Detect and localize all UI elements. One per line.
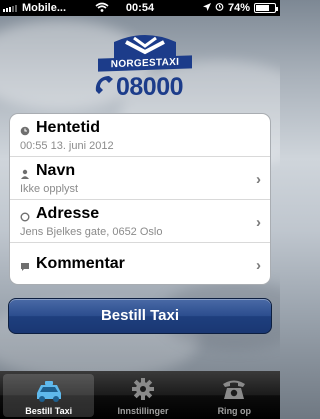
chevron-right-icon: › — [256, 171, 261, 188]
row-title: Adresse — [36, 205, 100, 222]
comment-icon — [20, 259, 30, 271]
row-navn[interactable]: Navn Ikke opplyst › — [10, 157, 270, 200]
battery-percentage: 74% — [227, 2, 250, 14]
tab-label: Ring op — [217, 406, 252, 416]
tab-bar: Bestill Taxi Innstillinger Ring op — [0, 371, 280, 419]
logo-brand-text: NORGESTAXI — [98, 55, 192, 72]
row-subtitle: Ikke opplyst — [20, 183, 79, 195]
row-title: Hentetid — [36, 119, 100, 136]
gear-icon — [128, 376, 158, 402]
order-details-list: Hentetid 00:55 13. juni 2012 Navn Ikke o… — [9, 113, 271, 285]
row-title: Navn — [36, 162, 76, 179]
logo-phone-number: 08000 — [116, 72, 184, 101]
battery-icon — [254, 3, 278, 13]
row-hentetid[interactable]: Hentetid 00:55 13. juni 2012 — [10, 114, 270, 157]
phone-icon — [219, 376, 249, 402]
row-subtitle: 00:55 13. juni 2012 — [20, 140, 114, 152]
row-kommentar[interactable]: Kommentar › — [10, 243, 270, 284]
tab-bestill-taxi[interactable]: Bestill Taxi — [3, 374, 95, 417]
row-title: Kommentar — [36, 255, 125, 272]
status-bar: Mobile... 00:54 74% — [0, 0, 280, 16]
phone-handset-icon — [92, 73, 114, 102]
row-subtitle: Jens Bjelkes gate, 0652 Oslo — [20, 226, 163, 238]
tab-innstillinger[interactable]: Innstillinger — [97, 371, 188, 419]
location-arrow-icon — [202, 2, 211, 14]
clock-icon — [20, 123, 30, 136]
chevron-right-icon: › — [256, 257, 261, 274]
norgestaxi-logo: NORGESTAXI 08000 — [90, 32, 200, 102]
taxi-icon — [34, 379, 64, 405]
alarm-clock-icon — [215, 2, 224, 14]
tab-ring-op[interactable]: Ring op — [189, 371, 280, 419]
person-icon — [20, 166, 30, 179]
chevron-right-icon: › — [256, 214, 261, 231]
tab-label: Bestill Taxi — [25, 406, 73, 416]
order-taxi-button[interactable]: Bestill Taxi — [8, 298, 272, 334]
tab-label: Innstillinger — [117, 406, 169, 416]
location-pin-icon — [20, 209, 30, 222]
row-adresse[interactable]: Adresse Jens Bjelkes gate, 0652 Oslo › — [10, 200, 270, 243]
